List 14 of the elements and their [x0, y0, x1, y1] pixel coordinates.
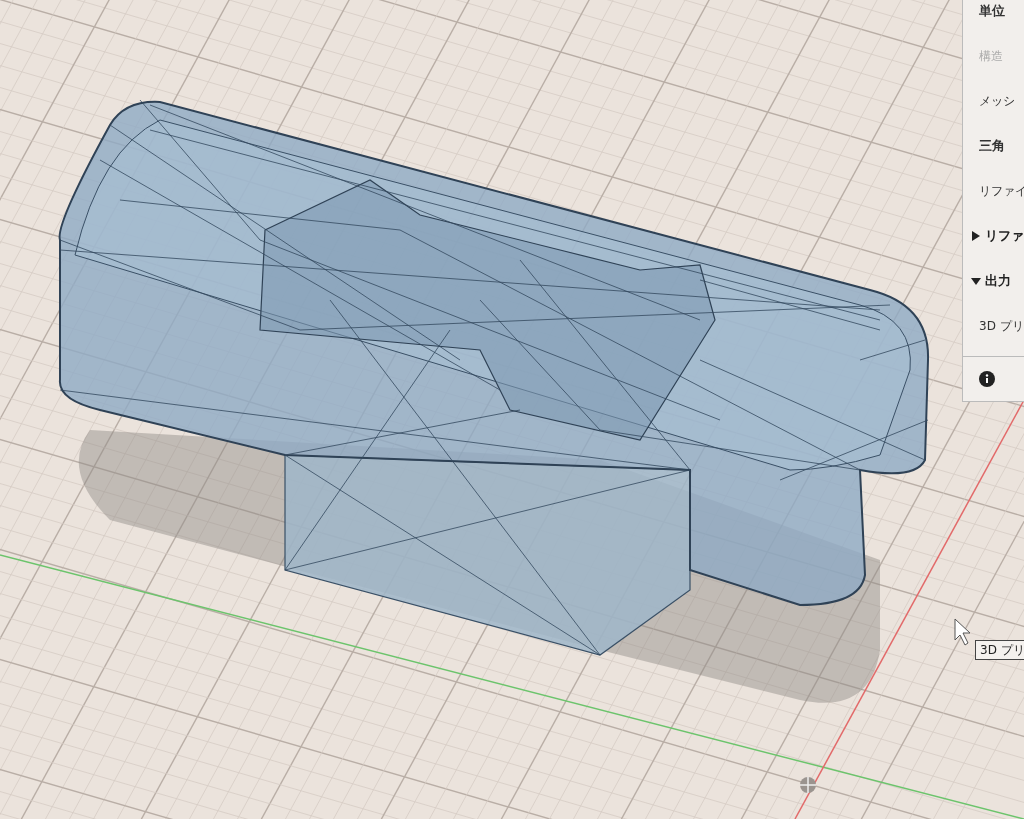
caret-icon[interactable] [971, 230, 981, 241]
panel-heading: 単位 [979, 1, 1005, 20]
tooltip: 3D プリ [975, 640, 1024, 660]
section-label[interactable]: 出力 [985, 270, 1011, 291]
panel-label: 3D プリ [979, 317, 1024, 335]
caret-icon[interactable] [971, 275, 981, 286]
panel-label: リファイ [979, 182, 1024, 200]
panel-heading: 三角 [979, 136, 1005, 155]
mouse-pointer-icon [954, 618, 971, 646]
section-label[interactable]: リファ [985, 225, 1024, 246]
origin-icon [799, 776, 817, 794]
panel-label: 構造 [979, 47, 1003, 65]
panel-label: メッシ [979, 92, 1015, 110]
info-icon[interactable] [979, 371, 995, 387]
